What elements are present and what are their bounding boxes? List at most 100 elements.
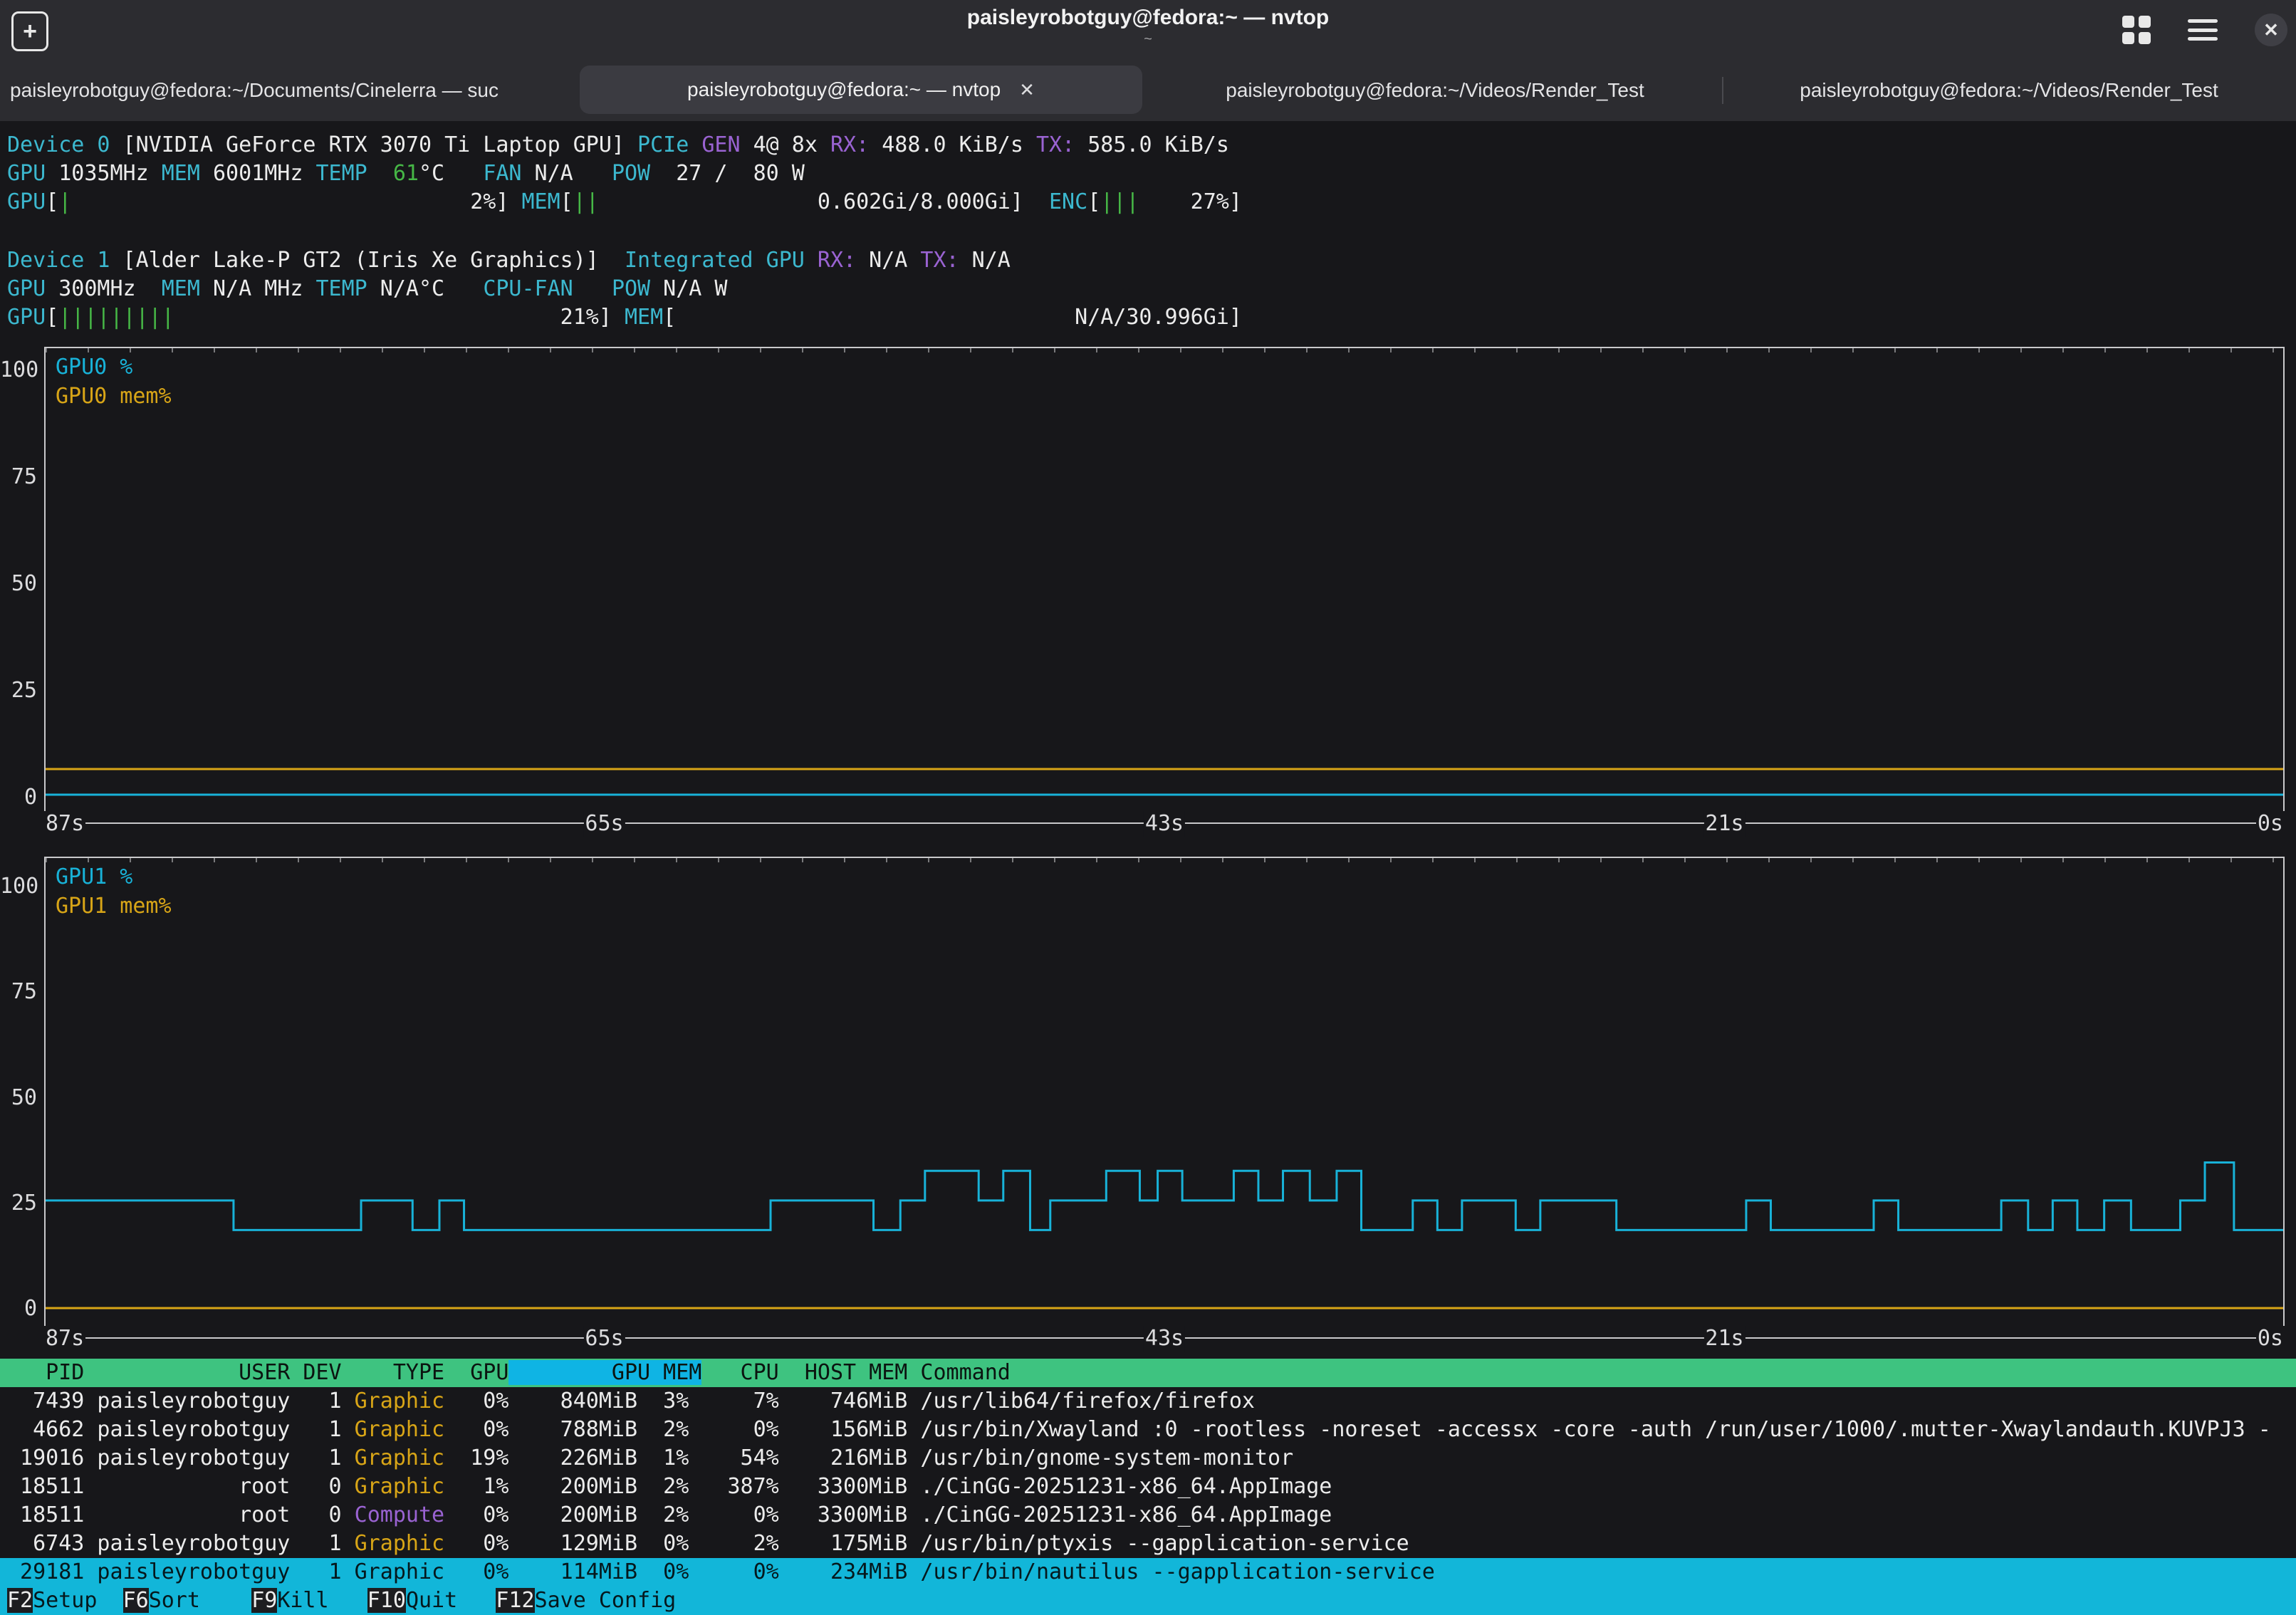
text-segment: RX: — [830, 132, 869, 157]
text-segment: N/A — [856, 248, 920, 273]
text-segment: 2%] — [71, 189, 521, 214]
text-segment: ||| — [1100, 189, 1139, 214]
text-segment: [ — [1087, 189, 1100, 214]
y-tick: 100 — [0, 356, 37, 385]
text-segment: PCIe — [637, 132, 689, 157]
y-tick: 100 — [0, 872, 37, 901]
text-segment: [ — [560, 189, 573, 214]
process-row[interactable]: 19016 paisleyrobotguy 1 Graphic 19% 226M… — [0, 1444, 2296, 1473]
text-segment: TEMP — [316, 276, 367, 301]
text-segment: [ — [46, 305, 58, 330]
y-tick: 75 — [0, 463, 37, 491]
text-segment: 7439 paisleyrobotguy 1 — [7, 1389, 355, 1413]
text-segment: Compute — [355, 1502, 444, 1527]
text-segment: 4@ 8x — [741, 132, 830, 157]
text-segment: N/A°C — [367, 276, 484, 301]
text-segment: F6 — [123, 1588, 149, 1613]
text-segment: 19% 226MiB 1% 54% 216MiB /usr/bin/gnome-… — [444, 1446, 1293, 1470]
text-segment: Graphic — [355, 1417, 444, 1442]
text-segment: 1035MHz — [46, 161, 162, 186]
text-segment: Graphic — [355, 1531, 444, 1556]
text-segment: Graphic — [355, 1389, 444, 1413]
function-key-bar[interactable]: F2Setup F6Sort F9Kill F10Quit F12Save Co… — [0, 1587, 2296, 1615]
text-segment: MEM — [162, 161, 200, 186]
text-segment — [367, 161, 393, 186]
x-tick: 43s — [1144, 1326, 1185, 1352]
device1-clock-line: GPU 300MHz MEM N/A MHz TEMP N/A°C CPU-FA… — [7, 275, 728, 303]
device1-info-line: Device 1 [Alder Lake-P GT2 (Iris Xe Grap… — [7, 246, 1011, 275]
text-segment: Setup — [33, 1588, 122, 1613]
text-segment: Sort — [149, 1588, 252, 1613]
tab-cinelerra[interactable]: paisleyrobotguy@fedora:~/Documents/Cinel… — [0, 60, 574, 121]
device0-info-line: Device 0 [NVIDIA GeForce RTX 3070 Ti Lap… — [7, 131, 1229, 160]
x-tick: 0s — [2256, 1326, 2285, 1352]
window-title-group: paisleyrobotguy@fedora:~ — nvtop ~ — [0, 6, 2296, 48]
text-segment: 0% 840MiB 3% 7% 746MiB /usr/lib64/firefo… — [444, 1389, 1255, 1413]
text-segment: MEM — [625, 305, 663, 330]
gpu1-chart: GPU1 %GPU1 mem% 87s 65s 43s 21s 0s 10075… — [44, 857, 2285, 1339]
gpu1-x-axis: 87s 65s 43s 21s 0s — [44, 1326, 2285, 1352]
menu-icon[interactable] — [2188, 19, 2218, 41]
y-tick: 50 — [0, 570, 37, 598]
text-segment: N/A MHz — [200, 276, 316, 301]
process-table-header: PID USER DEV TYPE GPU GPU MEM CPU HOST M… — [0, 1359, 2296, 1387]
terminal-viewport[interactable]: Device 0 [NVIDIA GeForce RTX 3070 Ti Lap… — [0, 121, 2296, 1599]
text-segment: 27 / 80 W — [650, 161, 805, 186]
text-segment: Kill — [277, 1588, 367, 1613]
text-segment: N/A — [959, 248, 1011, 273]
text-segment: GPU — [7, 305, 46, 330]
tab-overview-icon[interactable] — [2122, 16, 2151, 44]
text-segment: 21%] — [174, 305, 625, 330]
text-segment: 6743 paisleyrobotguy 1 — [7, 1531, 355, 1556]
y-tick: 0 — [0, 783, 37, 812]
device0-clock-line: GPU 1035MHz MEM 6001MHz TEMP 61°C FAN N/… — [7, 160, 805, 188]
close-icon: ✕ — [2263, 19, 2279, 41]
text-segment: 0% 129MiB 0% 2% 175MiB /usr/bin/ptyxis -… — [444, 1531, 1409, 1556]
window-close-button[interactable]: ✕ — [2255, 14, 2287, 46]
x-tick: 65s — [583, 811, 625, 837]
text-segment: Integrated GPU — [625, 248, 818, 273]
tab-render-test-1[interactable]: paisleyrobotguy@fedora:~/Videos/Render_T… — [1148, 60, 1722, 121]
text-segment: 18511 root 0 — [7, 1502, 355, 1527]
text-segment: N/A/30.996Gi] — [676, 305, 1242, 330]
process-row[interactable]: 6743 paisleyrobotguy 1 Graphic 0% 129MiB… — [0, 1530, 2296, 1558]
text-segment: N/A — [522, 161, 612, 186]
text-segment: GPU — [7, 161, 46, 186]
text-segment: GPU MEM — [508, 1360, 701, 1385]
text-segment: | — [58, 189, 71, 214]
text-segment: CPU HOST MEM Command — [701, 1360, 1010, 1385]
text-segment: Save Config — [535, 1588, 677, 1613]
text-segment: GPU — [7, 189, 46, 214]
x-tick: 0s — [2256, 811, 2285, 837]
text-segment: GPU — [7, 276, 46, 301]
text-segment — [689, 132, 701, 157]
x-tick: 43s — [1144, 811, 1185, 837]
text-segment: MEM — [162, 276, 200, 301]
text-segment: Graphic — [355, 1559, 444, 1584]
y-tick: 50 — [0, 1084, 37, 1112]
tab-label: paisleyrobotguy@fedora:~ — nvtop — [687, 78, 1001, 101]
process-row[interactable]: 18511 root 0 Graphic 1% 200MiB 2% 387% 3… — [0, 1473, 2296, 1501]
text-segment: FAN — [483, 161, 521, 186]
text-segment: 29181 paisleyrobotguy 1 — [7, 1559, 355, 1584]
process-row-selected[interactable]: 29181 paisleyrobotguy 1 Graphic 0% 114Mi… — [0, 1558, 2296, 1587]
process-row[interactable]: 7439 paisleyrobotguy 1 Graphic 0% 840MiB… — [0, 1387, 2296, 1416]
gpu1-plot-area: GPU1 %GPU1 mem% — [44, 857, 2285, 1339]
tab-nvtop-active[interactable]: paisleyrobotguy@fedora:~ — nvtop ✕ — [574, 60, 1148, 121]
text-segment: F9 — [251, 1588, 277, 1613]
process-row[interactable]: 4662 paisleyrobotguy 1 Graphic 0% 788MiB… — [0, 1416, 2296, 1444]
tab-render-test-2[interactable]: paisleyrobotguy@fedora:~/Videos/Render_T… — [1722, 60, 2296, 121]
text-segment: F10 — [367, 1588, 406, 1613]
text-segment: 0% 200MiB 2% 0% 3300MiB ./CinGG-20251231… — [444, 1502, 1332, 1527]
process-row[interactable]: 18511 root 0 Compute 0% 200MiB 2% 0% 330… — [0, 1501, 2296, 1530]
text-segment: [ — [46, 189, 58, 214]
text-segment: Device 1 — [7, 248, 110, 273]
tab-close-icon[interactable]: ✕ — [1019, 79, 1035, 101]
text-segment: TEMP — [316, 161, 367, 186]
text-segment: [Alder Lake-P GT2 (Iris Xe Graphics)] — [110, 248, 625, 273]
text-segment: 300MHz — [46, 276, 162, 301]
text-segment: RX: — [818, 248, 856, 273]
text-segment: 18511 root 0 — [7, 1474, 355, 1499]
text-segment: 6001MHz — [200, 161, 316, 186]
titlebar: + paisleyrobotguy@fedora:~ — nvtop ~ ✕ — [0, 0, 2296, 60]
